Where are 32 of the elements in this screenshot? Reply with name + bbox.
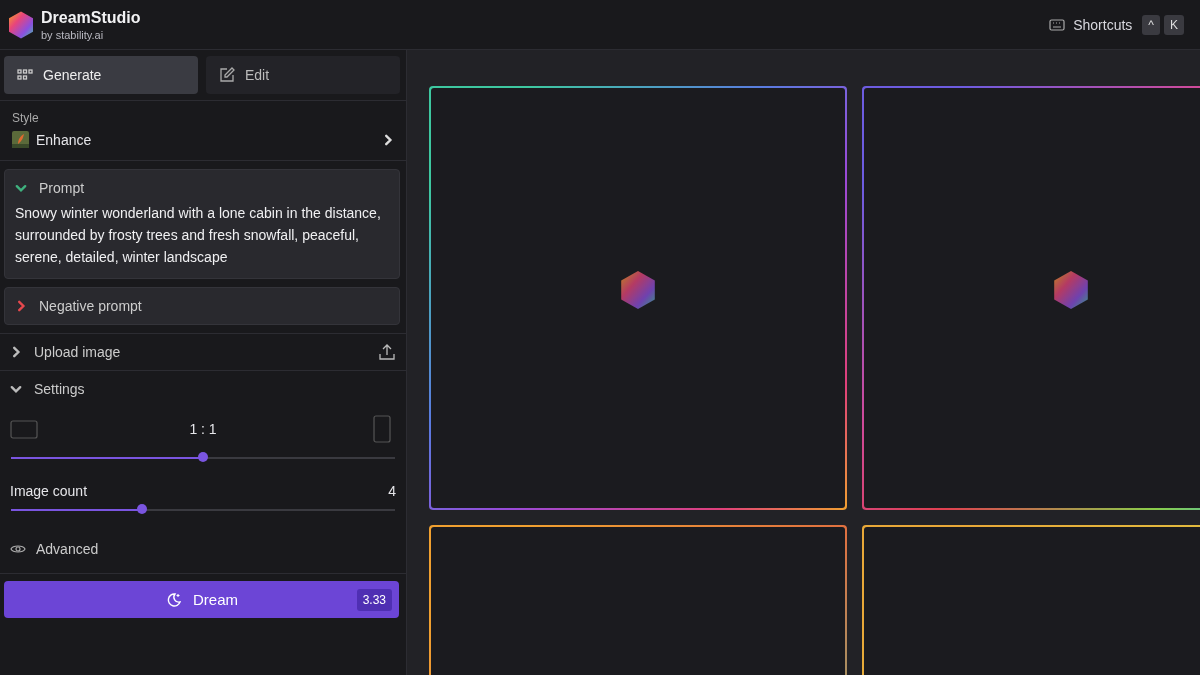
negative-prompt-label: Negative prompt bbox=[39, 298, 142, 314]
key-cap: K bbox=[1164, 14, 1184, 35]
tab[interactable]: Generate bbox=[4, 56, 198, 94]
image-count-value: 4 bbox=[388, 483, 396, 499]
image-count-label: Image count bbox=[10, 483, 88, 499]
prompt-field[interactable]: Snowy winter wonderland with a lone cabin in the distance, surrounded by frosty trees and fresh snowfall, peaceful, serene, detailed, winter landscape bbox=[15, 202, 389, 268]
tab[interactable]: Edit bbox=[206, 56, 400, 94]
advanced-label[interactable]: Advanced bbox=[36, 541, 99, 557]
dream-button[interactable]: Dream 3.33 bbox=[4, 581, 399, 618]
style-label: Style bbox=[12, 111, 40, 125]
shortcuts-label[interactable]: Shortcuts bbox=[1073, 16, 1133, 33]
style-thumbnail-icon bbox=[12, 131, 29, 148]
aspect-ratio-value: 1 : 1 bbox=[189, 421, 217, 437]
upload-icon[interactable] bbox=[378, 343, 396, 361]
eye-icon bbox=[10, 542, 26, 556]
prompt-label: Prompt bbox=[39, 180, 85, 196]
upload-image-label[interactable]: Upload image bbox=[34, 344, 366, 360]
settings-label[interactable]: Settings bbox=[34, 381, 396, 397]
moon-icon bbox=[165, 590, 183, 609]
chevron-right-icon bbox=[382, 133, 394, 146]
prompt-header[interactable]: Prompt bbox=[15, 180, 85, 196]
app-title: DreamStudio bbox=[41, 8, 141, 27]
key-cap: ^ bbox=[1142, 14, 1160, 35]
logo-icon bbox=[6, 9, 36, 40]
slider-handle[interactable] bbox=[198, 452, 208, 462]
keyboard-icon bbox=[1049, 18, 1066, 31]
negative-prompt-header[interactable]: Negative prompt bbox=[15, 298, 142, 314]
edit-icon bbox=[218, 66, 236, 84]
slider-handle[interactable] bbox=[136, 504, 147, 514]
credit-cost: 3.33 bbox=[356, 588, 392, 611]
app-subtitle: by stability.ai bbox=[41, 28, 105, 41]
style-value[interactable]: Enhance bbox=[36, 131, 375, 148]
